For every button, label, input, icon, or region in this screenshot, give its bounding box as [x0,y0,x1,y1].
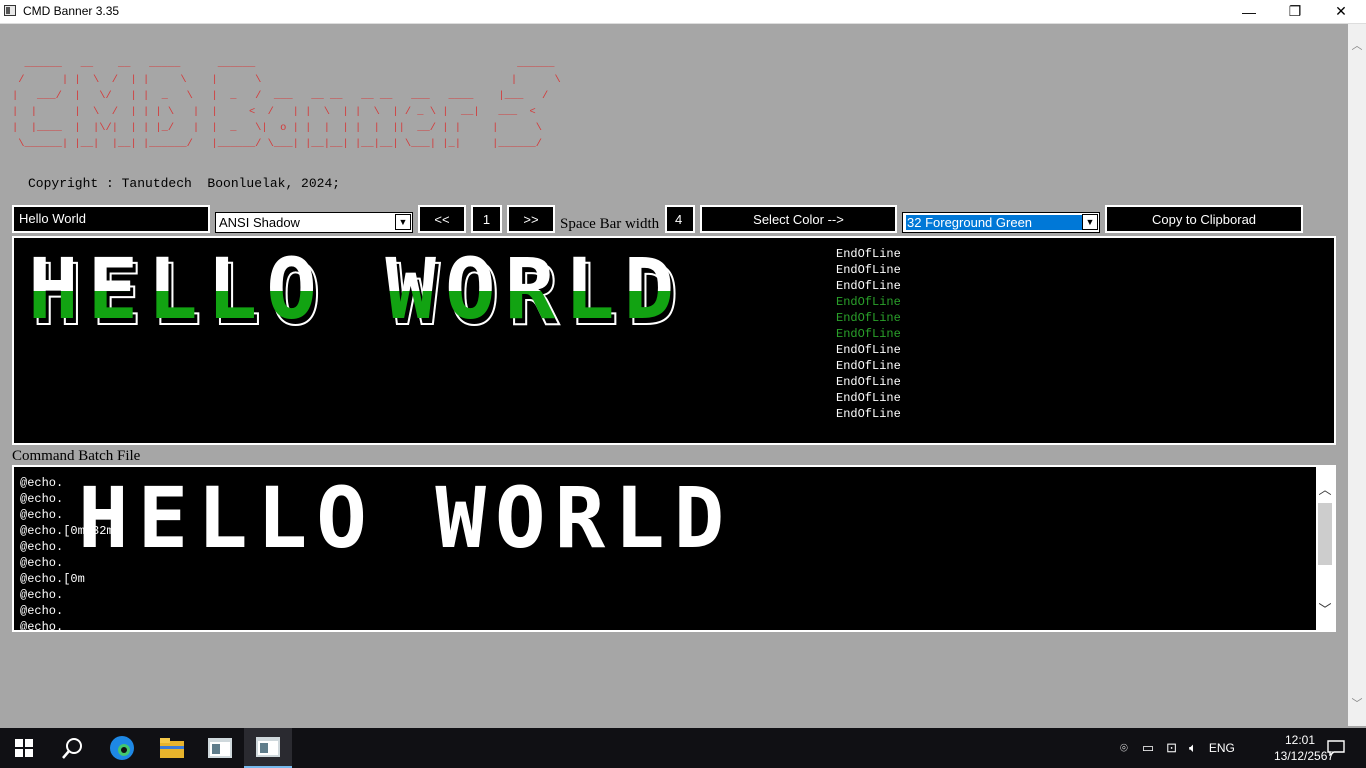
taskbar: ⌾ ▭ ⊡ 🔈︎ ENG 12:01 13/12/2567 [0,728,1366,768]
end-of-line-item: EndOfLine [836,247,901,261]
folder-icon [160,738,184,758]
space-width-field[interactable]: 4 [665,205,695,233]
command-scrollbar[interactable]: ︿ ﹀ [1316,467,1334,630]
scroll-down-icon[interactable]: ﹀ [1316,599,1334,617]
chevron-down-icon[interactable]: ▼ [395,214,411,230]
banner-ascii-art: ______ __ __ _____ ______ ______ / | | \… [12,58,561,150]
maximize-button[interactable]: ❐ [1272,0,1318,23]
title-bar: CMD Banner 3.35 — ❐ ✕ [0,0,1366,24]
command-batch-textarea[interactable]: @echo. @echo. @echo. @echo.[0m[32m @echo. @ec… [12,465,1336,632]
app-taskbar-button[interactable] [196,728,244,768]
end-of-line-item: EndOfLine [836,311,901,325]
copyright-text: Copyright : Tanutdech Boonluelak, 2024; [28,176,341,191]
banner-art-line: / | | \ / | | \ | \ | \ [12,74,561,86]
volume-icon[interactable]: 🔈︎ [1189,740,1197,756]
language-indicator[interactable]: ENG [1209,741,1235,755]
search-icon [62,738,82,759]
chevron-down-icon[interactable]: ▼ [1082,214,1098,230]
end-of-line-item: EndOfLine [836,279,901,293]
command-line: @echo. [20,588,64,602]
search-button[interactable] [48,728,96,768]
meet-now-icon[interactable]: ⌾ [1120,740,1128,756]
window-scrollbar[interactable]: ︿ ﹀ [1348,24,1366,726]
end-of-line-item: EndOfLine [836,295,901,309]
command-line: @echo.[0m [20,572,85,586]
preview-banner-text: HELLO WORLD [28,240,684,338]
scroll-up-icon[interactable]: ︿ [1348,36,1366,54]
end-of-line-item: EndOfLine [836,263,901,277]
end-of-line-item: EndOfLine [836,359,901,373]
end-of-line-list: EndOfLine EndOfLine EndOfLine EndOfLine EndO… [836,246,901,422]
scrollbar-thumb[interactable] [1318,503,1332,565]
banner-art-line: ______ __ __ _____ ______ ______ [12,58,555,70]
font-select-value: ANSI Shadow [219,215,300,230]
window-app-icon [256,737,280,757]
end-of-line-item: EndOfLine [836,343,901,357]
select-color-button[interactable]: Select Color --> [700,205,897,233]
next-font-button[interactable]: >> [507,205,555,233]
network-icon[interactable]: ⊡ [1166,740,1177,756]
page-number-field[interactable]: 1 [471,205,502,233]
command-banner-text: HELLO WORLD [78,469,734,567]
copy-clipboard-button[interactable]: Copy to Clipborad [1105,205,1303,233]
notification-icon [1327,740,1345,756]
banner-art-line: \______| |__| |__| |______/ |______/ \__… [12,138,542,150]
prev-font-button[interactable]: << [418,205,466,233]
end-of-line-item: EndOfLine [836,327,901,341]
color-select[interactable]: 32 Foreground Green ▼ [902,212,1100,233]
text-input[interactable]: Hello World [12,205,210,233]
close-button[interactable]: ✕ [1318,0,1364,23]
banner-preview: HELLO WORLD HELLO WORLD EndOfLineEndOfLi… [12,236,1336,445]
notification-button[interactable] [1316,728,1356,768]
banner-art-line: | ___/ | \/ | | _ \ | _ / ___ __ __ __ _… [12,90,548,102]
preview-banner: HELLO WORLD HELLO WORLD [28,240,818,341]
command-batch-label: Command Batch File [12,448,141,464]
start-button[interactable] [0,728,48,768]
scroll-down-icon[interactable]: ﹀ [1348,694,1366,712]
color-select-value: 32 Foreground Green [906,215,1083,230]
edge-icon [110,736,134,760]
app-icon [4,5,16,16]
scroll-up-icon[interactable]: ︿ [1316,479,1334,497]
end-of-line-item: EndOfLine [836,407,901,421]
banner-art-line: | | | \ / | | | \ | | < / | | \ | | \ | … [12,106,536,118]
end-of-line-item: EndOfLine [836,391,901,405]
command-line: @echo. [20,620,64,632]
minimize-button[interactable]: — [1226,0,1272,23]
space-width-label: Space Bar width [560,216,660,232]
battery-icon[interactable]: ▭ [1142,740,1154,756]
end-of-line-item: EndOfLine [836,375,901,389]
edge-taskbar-button[interactable] [98,728,146,768]
font-select[interactable]: ANSI Shadow ▼ [215,212,413,233]
window-app-icon [208,738,232,758]
cmd-banner-taskbar-button[interactable] [244,728,292,768]
file-explorer-taskbar-button[interactable] [148,728,196,768]
command-line: @echo. [20,604,64,618]
system-tray: ⌾ ▭ ⊡ 🔈︎ ENG [1120,728,1235,768]
window-title: CMD Banner 3.35 [23,4,120,18]
command-banner-preview: HELLO WORLD [78,473,918,565]
banner-art-line: | |____ | |\/| | | |_/ | | _ \| o | | | … [12,122,542,134]
windows-icon [15,739,33,757]
